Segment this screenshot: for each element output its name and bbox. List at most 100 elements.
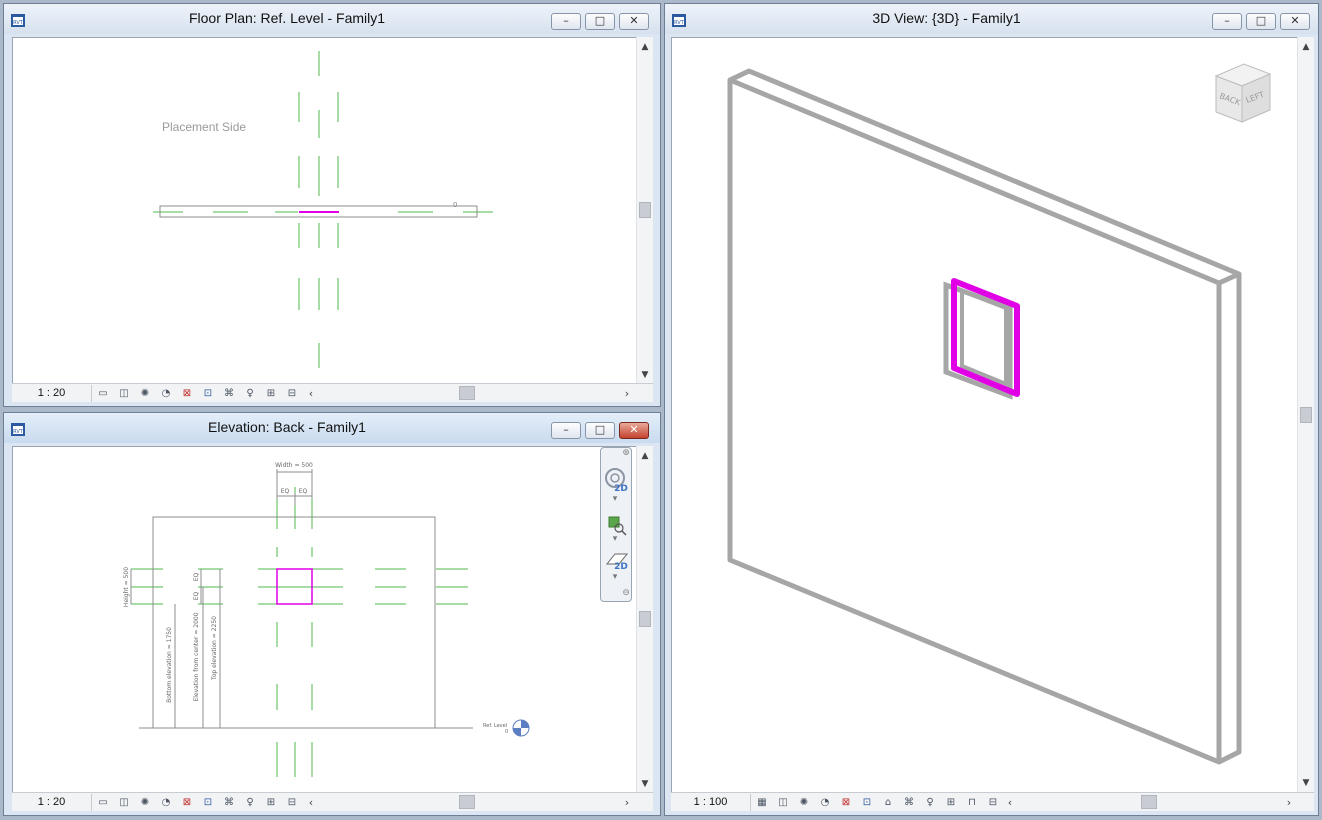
level-head-icon[interactable] — [512, 719, 530, 737]
3d-model-drawing — [727, 68, 1242, 765]
shadows-icon[interactable]: ◔ — [816, 795, 834, 810]
reference-planes — [153, 51, 493, 368]
sun-path-icon[interactable]: ✺ — [136, 795, 154, 810]
maximize-button[interactable]: □ — [1246, 13, 1276, 30]
elevation-view-control-bar: 1 : 20 ▭ ◫ ✺ ◔ ⊠ ⊡ ⌘ ♀ ⊞ ⊟ ‹ › — [12, 792, 653, 811]
close-button[interactable]: ✕ — [619, 422, 649, 439]
bottom-elevation-dimension[interactable]: Bottom elevation = 1750 — [166, 627, 173, 703]
maximize-button[interactable]: □ — [585, 13, 615, 30]
crop-view-icon[interactable]: ⊠ — [837, 795, 855, 810]
3d-view-canvas[interactable]: BACK LEFT — [671, 37, 1300, 793]
sun-path-icon[interactable]: ✺ — [795, 795, 813, 810]
navbar-options-icon[interactable]: ⊖ — [621, 588, 631, 598]
detail-level-icon[interactable]: ▭ — [94, 386, 112, 401]
temporary-view-properties-icon[interactable]: ⊞ — [942, 795, 960, 810]
center-elevation-dimension[interactable]: Elevation from center = 2000 — [193, 612, 200, 701]
scroll-right-icon[interactable]: › — [620, 385, 634, 402]
scroll-thumb[interactable] — [639, 202, 651, 218]
show-crop-region-icon[interactable]: ⊡ — [199, 386, 217, 401]
visual-style-icon[interactable]: ◫ — [115, 795, 133, 810]
eq-label-1[interactable]: EQ — [281, 488, 290, 495]
minimize-button[interactable]: – — [1212, 13, 1242, 30]
minimize-button[interactable]: – — [551, 13, 581, 30]
scroll-right-icon[interactable]: › — [1282, 794, 1296, 811]
reveal-hidden-icon[interactable]: ♀ — [921, 795, 939, 810]
close-button[interactable]: ✕ — [1280, 13, 1310, 30]
shadows-icon[interactable]: ◔ — [157, 386, 175, 401]
crop-view-icon[interactable]: ⊠ — [178, 386, 196, 401]
scroll-thumb[interactable] — [639, 611, 651, 627]
hscroll-thumb[interactable] — [459, 795, 475, 809]
minimize-button[interactable]: – — [551, 422, 581, 439]
3d-view-vscroll[interactable]: ▲ ▼ — [1297, 37, 1314, 793]
scroll-left-icon[interactable]: ‹ — [304, 794, 318, 811]
navbar-close-icon[interactable]: ⊗ — [621, 448, 631, 458]
hscroll-thumb[interactable] — [1141, 795, 1157, 809]
lock-3d-view-icon[interactable]: ⌂ — [879, 795, 897, 810]
scroll-up-icon[interactable]: ▲ — [637, 39, 653, 55]
view-scale[interactable]: 1 : 100 — [671, 794, 751, 811]
reveal-hidden-icon[interactable]: ♀ — [241, 795, 259, 810]
floor-plan-titlebar[interactable]: RVT Floor Plan: Ref. Level - Family1 – □… — [4, 4, 660, 34]
detail-level-icon[interactable]: ▭ — [94, 795, 112, 810]
temporary-hide-icon[interactable]: ⌘ — [900, 795, 918, 810]
pan-dropdown-icon[interactable]: ▾ — [601, 572, 629, 582]
elevation-window: RVT Elevation: Back - Family1 – □ ✕ Widt… — [3, 412, 661, 816]
pan-2d-label: 2D — [614, 562, 628, 572]
reveal-hidden-icon[interactable]: ♀ — [241, 386, 259, 401]
detail-level-icon[interactable]: ▦ — [753, 795, 771, 810]
temporary-hide-icon[interactable]: ⌘ — [220, 386, 238, 401]
floor-plan-canvas[interactable]: 0 Placement Side — [12, 37, 644, 385]
scroll-down-icon[interactable]: ▼ — [1298, 775, 1314, 791]
maximize-button[interactable]: □ — [585, 422, 615, 439]
eq-label-2[interactable]: EQ — [299, 488, 308, 495]
elevation-canvas[interactable]: Width = 500 EQ EQ Height = 500 EQ EQ Bot… — [12, 446, 644, 794]
analytical-model-icon[interactable]: ⊟ — [283, 386, 301, 401]
eq-label-4[interactable]: EQ — [193, 591, 200, 600]
view-scale[interactable]: 1 : 20 — [12, 385, 92, 402]
revit-app-icon: RVT — [672, 14, 686, 27]
scroll-thumb[interactable] — [1300, 407, 1312, 423]
elevation-titlebar[interactable]: RVT Elevation: Back - Family1 – □ ✕ — [4, 413, 660, 443]
svg-text:RVT: RVT — [13, 429, 24, 435]
top-elevation-dimension[interactable]: Top elevation = 2250 — [211, 616, 218, 681]
revit-app-icon: RVT — [11, 423, 25, 436]
svg-text:0: 0 — [453, 201, 457, 209]
scroll-up-icon[interactable]: ▲ — [637, 448, 653, 464]
visual-style-icon[interactable]: ◫ — [774, 795, 792, 810]
temporary-hide-icon[interactable]: ⌘ — [220, 795, 238, 810]
width-dimension[interactable]: Width = 500 — [275, 462, 313, 469]
show-constraints-icon[interactable]: ⊓ — [963, 795, 981, 810]
analytical-model-icon[interactable]: ⊟ — [984, 795, 1002, 810]
scroll-left-icon[interactable]: ‹ — [1003, 794, 1017, 811]
wall-3d — [727, 68, 1242, 765]
scroll-right-icon[interactable]: › — [620, 794, 634, 811]
placement-side-label: Placement Side — [162, 120, 246, 134]
elevation-vscroll[interactable]: ▲ ▼ — [636, 446, 653, 794]
scroll-down-icon[interactable]: ▼ — [637, 776, 653, 792]
height-dimension[interactable]: Height = 500 — [123, 567, 130, 607]
scroll-left-icon[interactable]: ‹ — [304, 385, 318, 402]
hscroll-thumb[interactable] — [459, 386, 475, 400]
revit-app-icon: RVT — [11, 14, 25, 27]
wheel-dropdown-icon[interactable]: ▾ — [601, 494, 629, 504]
zoom-dropdown-icon[interactable]: ▾ — [601, 534, 629, 544]
scroll-down-icon[interactable]: ▼ — [637, 367, 653, 383]
temporary-view-properties-icon[interactable]: ⊞ — [262, 386, 280, 401]
close-button[interactable]: ✕ — [619, 13, 649, 30]
level-name[interactable]: Ref. Level — [483, 723, 507, 729]
eq-label-3[interactable]: EQ — [193, 572, 200, 581]
analytical-model-icon[interactable]: ⊟ — [283, 795, 301, 810]
shadows-icon[interactable]: ◔ — [157, 795, 175, 810]
crop-view-icon[interactable]: ⊠ — [178, 795, 196, 810]
sun-path-icon[interactable]: ✺ — [136, 386, 154, 401]
floor-plan-vscroll[interactable]: ▲ ▼ — [636, 37, 653, 385]
temporary-view-properties-icon[interactable]: ⊞ — [262, 795, 280, 810]
scroll-up-icon[interactable]: ▲ — [1298, 39, 1314, 55]
show-crop-region-icon[interactable]: ⊡ — [858, 795, 876, 810]
view-scale[interactable]: 1 : 20 — [12, 794, 92, 811]
3d-view-titlebar[interactable]: RVT 3D View: {3D} - Family1 – □ ✕ — [665, 4, 1318, 34]
viewcube-icon[interactable]: BACK LEFT — [1206, 58, 1278, 130]
visual-style-icon[interactable]: ◫ — [115, 386, 133, 401]
show-crop-region-icon[interactable]: ⊡ — [199, 795, 217, 810]
